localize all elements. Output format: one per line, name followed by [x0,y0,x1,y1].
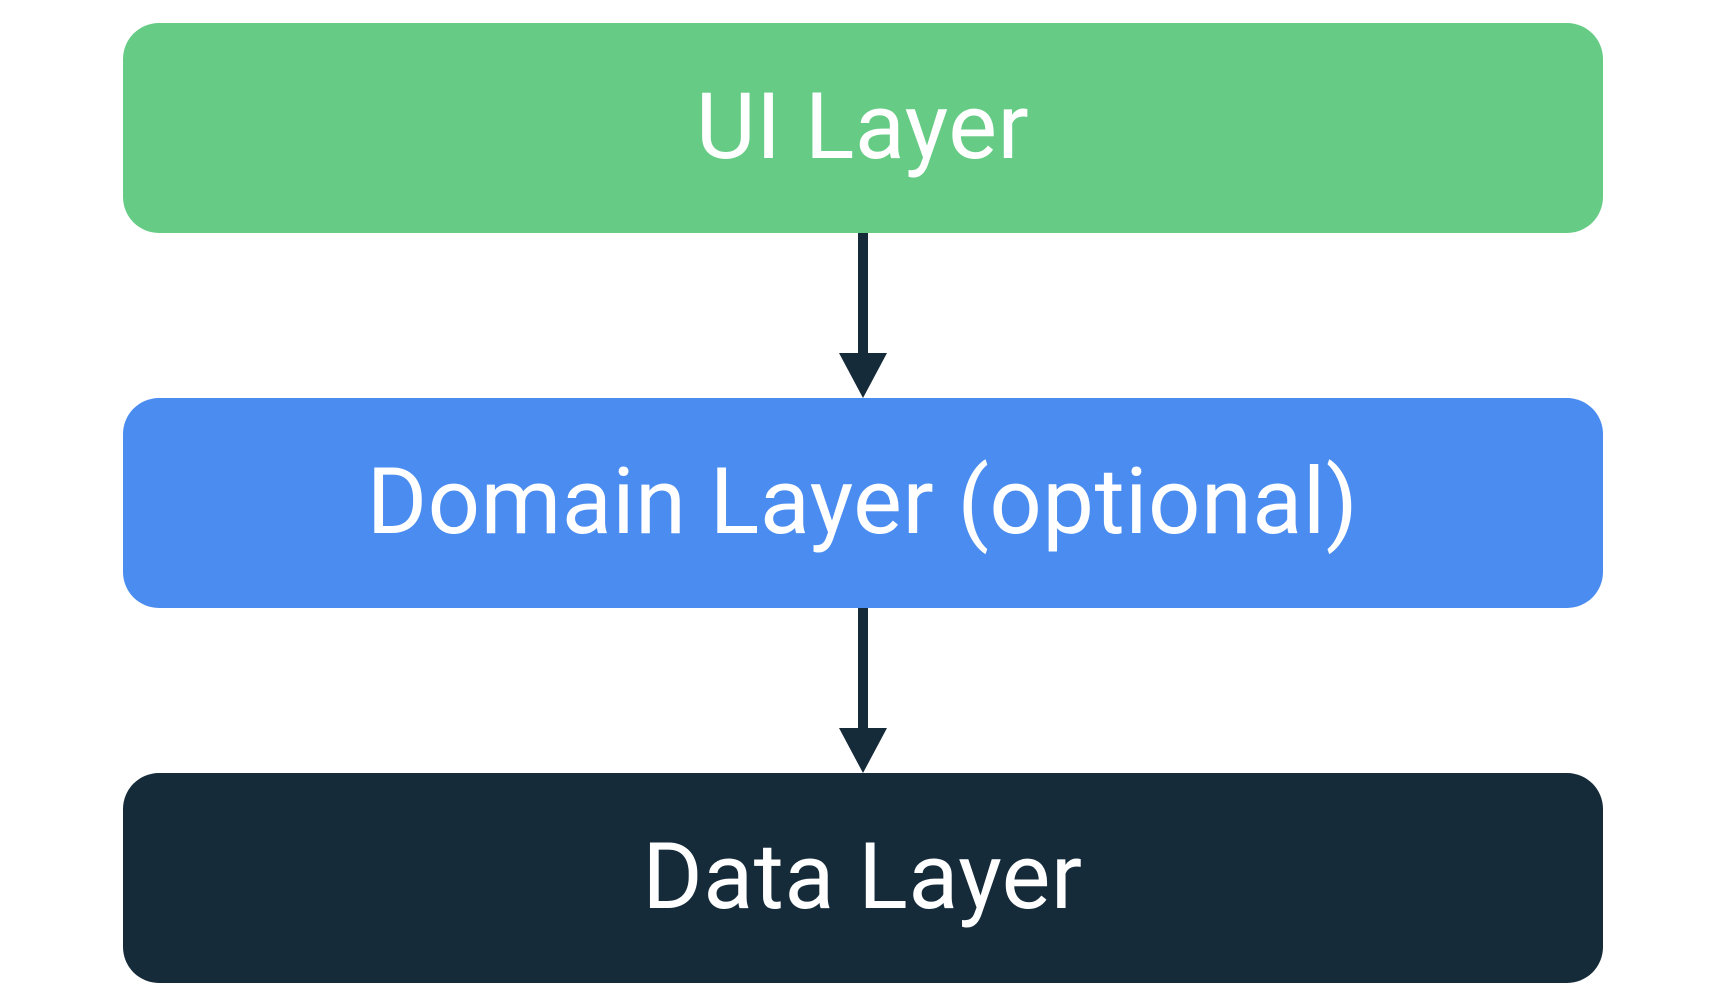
architecture-diagram: UI Layer Domain Layer (optional) Data La… [123,23,1603,983]
ui-layer-box: UI Layer [123,23,1603,233]
ui-layer-label: UI Layer [696,74,1029,181]
arrow-domain-to-data [833,608,893,773]
arrow-down-icon [833,608,893,773]
data-layer-box: Data Layer [123,773,1603,983]
arrow-ui-to-domain [833,233,893,398]
data-layer-label: Data Layer [642,824,1082,931]
domain-layer-label: Domain Layer (optional) [367,449,1359,556]
domain-layer-box: Domain Layer (optional) [123,398,1603,608]
arrow-down-icon [833,233,893,398]
